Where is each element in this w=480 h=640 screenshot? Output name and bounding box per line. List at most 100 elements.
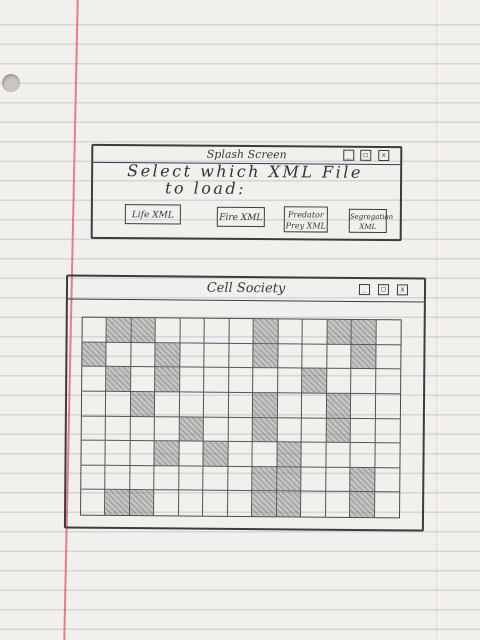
grid-cell[interactable]: [277, 417, 303, 443]
close-icon[interactable]: x: [396, 284, 409, 296]
grid-cell[interactable]: [106, 342, 132, 368]
grid-cell[interactable]: [179, 441, 204, 467]
grid-cell[interactable]: [326, 442, 351, 468]
grid-cell[interactable]: [131, 342, 156, 368]
grid-cell[interactable]: [302, 344, 328, 369]
grid-cell[interactable]: [375, 394, 401, 419]
grid-cell[interactable]: [276, 467, 302, 492]
grid-cell[interactable]: [375, 418, 400, 444]
grid-cell[interactable]: [129, 490, 155, 516]
minimize-icon[interactable]: _: [343, 149, 355, 161]
grid-cell[interactable]: [105, 465, 131, 491]
grid-cell[interactable]: [106, 391, 132, 417]
grid-cell[interactable]: [179, 392, 205, 418]
maximize-icon[interactable]: □: [377, 284, 390, 296]
grid-cell[interactable]: [302, 393, 327, 419]
life-xml-button[interactable]: Life XML: [124, 204, 181, 225]
grid-cell[interactable]: [326, 344, 352, 370]
grid-cell[interactable]: [350, 418, 376, 444]
segregation-xml-button[interactable]: Segregation XML: [348, 208, 393, 233]
grid-cell[interactable]: [351, 319, 377, 345]
minimize-icon[interactable]: _: [358, 283, 371, 296]
grid-cell[interactable]: [155, 392, 180, 417]
grid-cell[interactable]: [253, 343, 279, 369]
grid-cell[interactable]: [326, 418, 351, 444]
grid-cell[interactable]: [105, 440, 131, 466]
grid-cell[interactable]: [252, 417, 278, 443]
maximize-icon[interactable]: □: [360, 149, 372, 161]
grid-cell[interactable]: [277, 368, 303, 394]
grid-cell[interactable]: [253, 368, 278, 394]
grid-cell[interactable]: [130, 465, 155, 491]
grid-cell[interactable]: [252, 442, 278, 468]
grid-cell[interactable]: [82, 317, 108, 343]
grid-cell[interactable]: [204, 367, 230, 393]
grid-cell[interactable]: [106, 367, 132, 392]
grid-cell[interactable]: [204, 392, 229, 418]
grid-cell[interactable]: [155, 416, 180, 442]
grid-cell[interactable]: [376, 320, 401, 345]
grid-cell[interactable]: [326, 368, 352, 394]
close-icon[interactable]: x: [378, 149, 390, 161]
grid-cell[interactable]: [374, 443, 400, 469]
grid-cell[interactable]: [302, 368, 327, 394]
grid-cell[interactable]: [301, 417, 327, 443]
grid-cell[interactable]: [154, 490, 180, 516]
grid-cell[interactable]: [81, 489, 106, 515]
grid-cell[interactable]: [350, 467, 375, 493]
grid-cell[interactable]: [81, 440, 107, 466]
grid-cell[interactable]: [106, 416, 131, 442]
grid-cell[interactable]: [325, 492, 351, 517]
grid-cell[interactable]: [178, 490, 204, 516]
grid-cell[interactable]: [301, 467, 327, 493]
cell-grid[interactable]: [80, 316, 402, 519]
grid-cell[interactable]: [203, 466, 229, 492]
grid-cell[interactable]: [179, 416, 205, 442]
grid-cell[interactable]: [228, 417, 254, 443]
grid-cell[interactable]: [155, 342, 181, 368]
grid-cell[interactable]: [130, 391, 156, 417]
grid-cell[interactable]: [253, 319, 279, 344]
grid-cell[interactable]: [301, 491, 326, 517]
grid-cell[interactable]: [155, 318, 181, 344]
grid-cell[interactable]: [180, 318, 206, 344]
grid-cell[interactable]: [154, 441, 180, 467]
grid-cell[interactable]: [203, 417, 229, 442]
grid-cell[interactable]: [301, 442, 327, 468]
grid-cell[interactable]: [81, 416, 107, 441]
grid-cell[interactable]: [106, 317, 132, 343]
predator-prey-xml-button[interactable]: Predator Prey XML: [283, 206, 328, 233]
grid-cell[interactable]: [252, 466, 278, 492]
grid-cell[interactable]: [227, 491, 253, 517]
grid-cell[interactable]: [155, 367, 181, 393]
grid-cell[interactable]: [204, 343, 230, 369]
grid-cell[interactable]: [203, 441, 229, 467]
grid-cell[interactable]: [81, 465, 106, 491]
grid-cell[interactable]: [277, 343, 303, 369]
grid-cell[interactable]: [179, 466, 204, 492]
grid-cell[interactable]: [278, 319, 303, 345]
grid-cell[interactable]: [351, 344, 377, 370]
grid-cell[interactable]: [252, 491, 277, 517]
grid-cell[interactable]: [180, 343, 205, 368]
grid-cell[interactable]: [350, 443, 376, 468]
grid-cell[interactable]: [229, 318, 254, 344]
grid-cell[interactable]: [276, 491, 302, 517]
grid-cell[interactable]: [179, 367, 205, 393]
grid-cell[interactable]: [375, 344, 401, 370]
grid-cell[interactable]: [229, 343, 254, 369]
grid-cell[interactable]: [375, 369, 401, 395]
grid-cell[interactable]: [227, 466, 253, 492]
grid-cell[interactable]: [253, 392, 278, 418]
grid-cell[interactable]: [203, 491, 228, 516]
grid-cell[interactable]: [228, 441, 253, 467]
grid-cell[interactable]: [326, 393, 352, 419]
grid-cell[interactable]: [302, 319, 328, 345]
grid-cell[interactable]: [204, 318, 230, 344]
grid-cell[interactable]: [351, 369, 376, 395]
grid-cell[interactable]: [154, 465, 180, 491]
grid-cell[interactable]: [105, 490, 131, 516]
grid-cell[interactable]: [81, 391, 107, 417]
grid-cell[interactable]: [277, 393, 303, 418]
grid-cell[interactable]: [130, 441, 156, 466]
